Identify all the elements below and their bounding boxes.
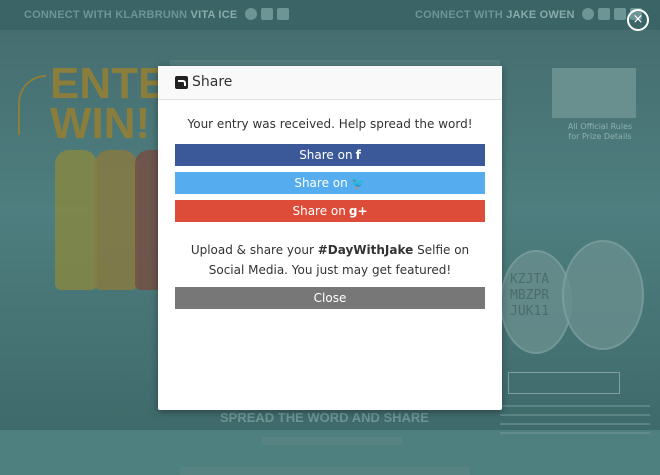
- prize-thumbnail: [552, 68, 636, 118]
- prize-note[interactable]: All Official Rules for Prize Details: [562, 122, 638, 142]
- twitter-icon: 🐦: [350, 176, 366, 190]
- modal-title: Share: [192, 74, 233, 90]
- connect-left-brand: VITA ICE: [190, 9, 238, 21]
- entry-received-message: Your entry was received. Help spread the…: [187, 117, 473, 131]
- facebook-icon: f: [355, 148, 361, 162]
- share-twitter-label: Share on: [294, 176, 348, 190]
- modal-header: Share: [158, 66, 502, 100]
- bottle-image: [95, 150, 137, 290]
- cap-code: KZJTA MBZPR JUK11: [510, 272, 549, 320]
- hashtag: #DayWithJake: [317, 243, 414, 257]
- cap-code-line: KZJTA: [510, 272, 550, 287]
- twitter-icon[interactable]: [613, 8, 626, 20]
- connect-right-prefix: CONNECT WITH: [415, 9, 503, 21]
- top-bar: CONNECT WITH KLARBRUNN VITA ICE CONNECT …: [0, 0, 660, 30]
- cap-code-line: JUK11: [510, 304, 550, 319]
- twitter-icon[interactable]: [276, 8, 289, 20]
- share-facebook-label: Share on: [299, 148, 353, 162]
- footer-links[interactable]: [262, 437, 402, 445]
- instagram-icon[interactable]: [244, 8, 257, 20]
- bottle-cap-image: [562, 240, 644, 350]
- share-modal: Share Your entry was received. Help spre…: [158, 66, 502, 410]
- share-icon: [175, 76, 188, 89]
- bottom-strip: [180, 467, 470, 475]
- fine-print: [500, 405, 650, 439]
- see-instructions-button[interactable]: [508, 372, 620, 394]
- web-icon[interactable]: [581, 8, 594, 20]
- connect-left-prefix: CONNECT WITH KLARBRUNN: [24, 9, 188, 21]
- google-plus-icon: g+: [348, 204, 368, 218]
- cap-code-line: MBZPR: [510, 288, 550, 303]
- share-twitter-button[interactable]: Share on 🐦: [175, 172, 485, 194]
- upload-text-start: Upload & share your: [190, 243, 314, 257]
- close-button[interactable]: Close: [175, 287, 485, 309]
- facebook-icon[interactable]: [597, 8, 610, 20]
- spread-the-word: SPREAD THE WORD AND SHARE: [220, 410, 429, 425]
- arrow-decoration: [18, 75, 46, 135]
- facebook-icon[interactable]: [260, 8, 273, 20]
- close-icon[interactable]: ×: [627, 9, 649, 31]
- connect-klarbrunn: CONNECT WITH KLARBRUNN VITA ICE: [24, 8, 289, 21]
- connect-jake-owen: CONNECT WITH JAKE OWEN: [415, 8, 642, 21]
- share-google-label: Share on: [292, 204, 346, 218]
- share-google-plus-button[interactable]: Share on g+: [175, 200, 485, 222]
- connect-right-brand: JAKE OWEN: [506, 9, 575, 21]
- bottle-image: [55, 150, 97, 290]
- share-facebook-button[interactable]: Share on f: [175, 144, 485, 166]
- upload-share-message: Upload & share your #DayWithJake Selfie …: [182, 240, 478, 280]
